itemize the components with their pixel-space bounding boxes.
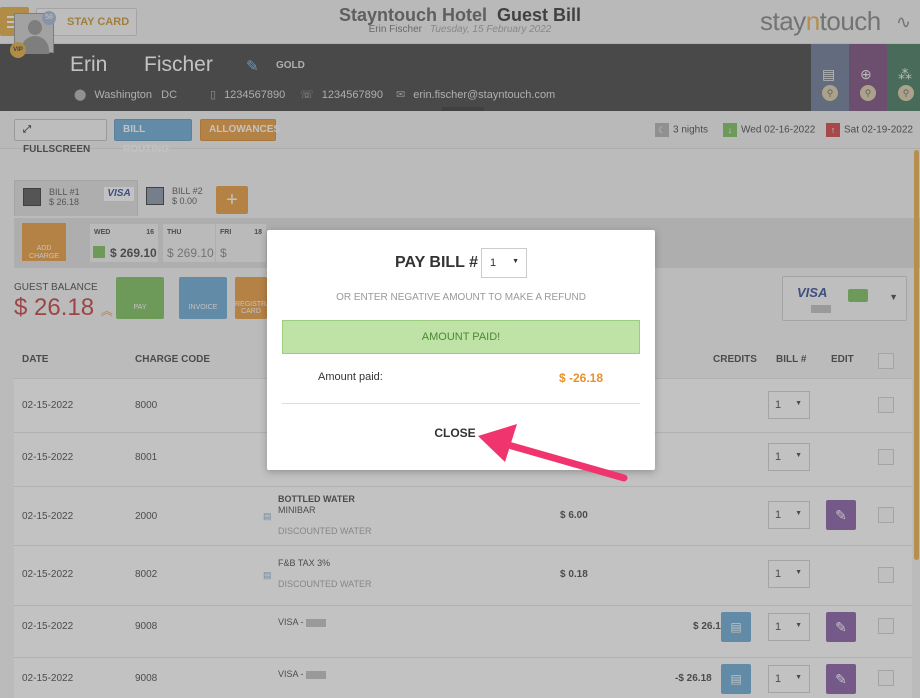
pay-bill-dialog: PAY BILL # 1 ▼ OR ENTER NEGATIVE AMOUNT T…: [267, 230, 655, 470]
amount-paid-label: Amount paid:: [318, 371, 383, 383]
amount-paid-banner: AMOUNT PAID!: [282, 320, 640, 354]
close-button[interactable]: CLOSE: [415, 424, 495, 442]
dialog-title: PAY BILL #: [395, 254, 478, 271]
bill-number-select[interactable]: 1 ▼: [481, 248, 527, 278]
divider: [282, 403, 640, 404]
amount-paid-value: $ -26.18: [559, 371, 604, 385]
caret-down-icon: ▼: [512, 258, 519, 265]
refund-hint: OR ENTER NEGATIVE AMOUNT TO MAKE A REFUN…: [336, 292, 586, 303]
